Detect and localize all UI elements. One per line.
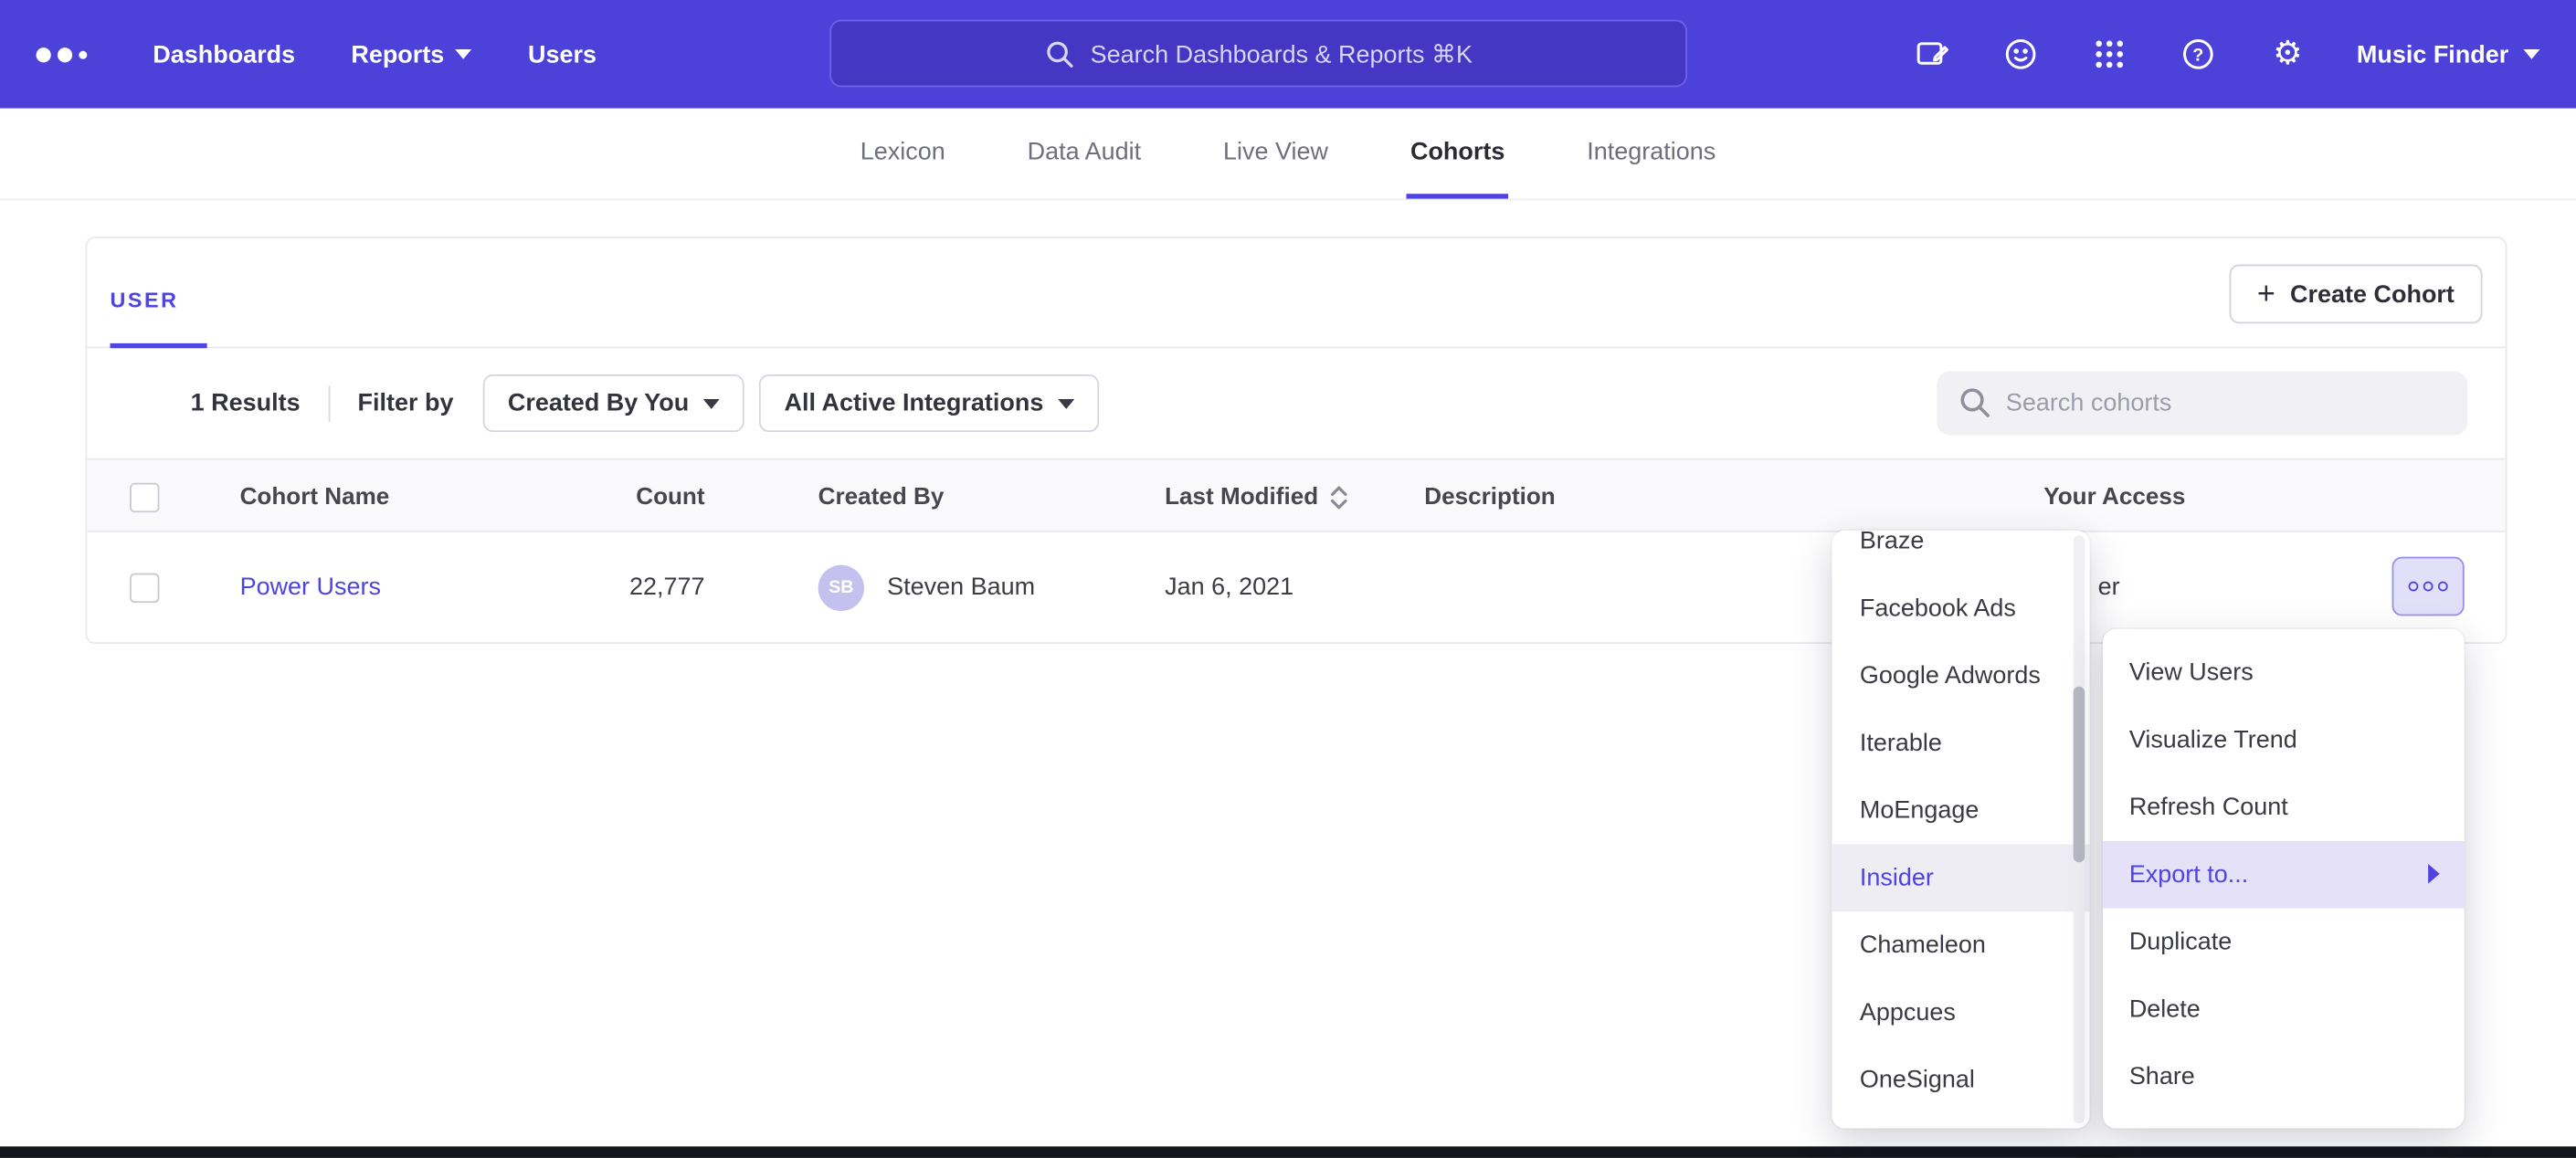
menu-item-insider[interactable]: Insider — [1832, 844, 2089, 911]
menu-item-visualize-trend[interactable]: Visualize Trend — [2103, 706, 2465, 774]
nav-dashboards[interactable]: Dashboards — [153, 40, 295, 68]
create-cohort-button[interactable]: + Create Cohort — [2229, 265, 2482, 324]
cohort-search-input[interactable] — [1937, 371, 2467, 435]
export-destinations-list: Braze Facebook Ads Google Adwords Iterab… — [1832, 531, 2089, 1113]
table-row: Power Users 22,777 SB Steven Baum Jan 6,… — [87, 532, 2505, 642]
menu-item-refresh-count[interactable]: Refresh Count — [2103, 774, 2465, 841]
cohorts-card: USER + Create Cohort 1 Results Filter by… — [86, 237, 2507, 644]
ellipsis-icon — [2423, 582, 2433, 592]
nav-reports[interactable]: Reports — [351, 40, 472, 68]
settings-gear-icon[interactable]: ⚙ — [2268, 35, 2307, 74]
menu-item-iterable[interactable]: Iterable — [1832, 710, 2089, 777]
created-by-filter-label: Created By You — [508, 389, 689, 417]
ellipsis-icon — [2409, 582, 2419, 592]
mixpanel-logo[interactable] — [37, 47, 88, 61]
tab-integrations[interactable]: Integrations — [1584, 109, 1719, 199]
integrations-filter-label: All Active Integrations — [785, 389, 1044, 417]
menu-item-export-to[interactable]: Export to... — [2103, 841, 2465, 909]
nav-reports-label: Reports — [351, 40, 444, 68]
topbar: Dashboards Reports Users Search Dashboar… — [0, 0, 2576, 109]
integrations-filter-dropdown[interactable]: All Active Integrations — [760, 374, 1100, 432]
governance-icon[interactable] — [1913, 35, 1952, 74]
plus-icon: + — [2257, 279, 2275, 310]
feedback-icon[interactable] — [2001, 35, 2041, 74]
app-window: Dashboards Reports Users Search Dashboar… — [0, 0, 2576, 1158]
column-last-modified-label: Last Modified — [1165, 484, 1318, 511]
project-name: Music Finder — [2357, 40, 2508, 68]
export-to-label: Export to... — [2129, 860, 2248, 889]
menu-item-chameleon[interactable]: Chameleon — [1832, 911, 2089, 979]
window-bottom-edge — [0, 1146, 2576, 1158]
menu-item-onesignal[interactable]: OneSignal — [1832, 1047, 2089, 1114]
column-created-by: Created By — [818, 460, 945, 534]
menu-item-braze[interactable]: Braze — [1832, 531, 2089, 575]
nav-dashboards-label: Dashboards — [153, 40, 295, 68]
logo-dot — [58, 47, 72, 61]
cohort-count: 22,777 — [566, 532, 704, 642]
filter-by-label: Filter by — [358, 389, 454, 417]
card-header: USER + Create Cohort — [87, 238, 2505, 348]
export-destinations-menu: Braze Facebook Ads Google Adwords Iterab… — [1832, 531, 2089, 1129]
column-your-access: Your Access — [2043, 460, 2185, 534]
created-by-name: Steven Baum — [887, 574, 1035, 602]
tab-lexicon[interactable]: Lexicon — [857, 109, 948, 199]
column-count: Count — [566, 460, 704, 534]
svg-text:?: ? — [2193, 45, 2204, 65]
apps-grid-icon[interactable] — [2091, 35, 2130, 74]
scrollbar-thumb[interactable] — [2074, 687, 2085, 862]
menu-item-facebook-ads[interactable]: Facebook Ads — [1832, 574, 2089, 642]
global-search-placeholder: Search Dashboards & Reports ⌘K — [1091, 38, 1473, 68]
last-modified-cell: Jan 6, 2021 — [1165, 532, 1293, 642]
row-context-menu: View Users Visualize Trend Refresh Count… — [2103, 629, 2465, 1129]
menu-item-view-users[interactable]: View Users — [2103, 639, 2465, 707]
chevron-down-icon — [2523, 49, 2539, 59]
project-switcher[interactable]: Music Finder — [2357, 40, 2540, 68]
avatar: SB — [818, 564, 864, 610]
cohort-name-link[interactable]: Power Users — [240, 574, 381, 602]
menu-item-duplicate[interactable]: Duplicate — [2103, 909, 2465, 976]
tab-live-view[interactable]: Live View — [1219, 109, 1331, 199]
select-all-checkbox[interactable] — [130, 482, 159, 511]
menu-item-share[interactable]: Share — [2103, 1043, 2465, 1111]
help-icon[interactable]: ? — [2180, 35, 2219, 74]
top-navigation: Dashboards Reports Users — [153, 40, 596, 68]
ellipsis-icon — [2438, 582, 2448, 592]
tab-user-cohorts[interactable]: USER — [110, 288, 206, 349]
divider — [328, 385, 330, 422]
create-cohort-label: Create Cohort — [2290, 280, 2455, 309]
sort-icon — [1330, 484, 1350, 511]
submenu-arrow-icon — [2428, 864, 2440, 884]
global-search-input[interactable]: Search Dashboards & Reports ⌘K — [829, 20, 1687, 88]
nav-users-label: Users — [528, 40, 596, 68]
column-cohort-name: Cohort Name — [240, 460, 390, 534]
menu-item-appcues[interactable]: Appcues — [1832, 979, 2089, 1047]
results-count: 1 Results — [191, 389, 301, 417]
chevron-down-icon — [1059, 398, 1075, 408]
search-icon — [1044, 38, 1073, 68]
tab-cohorts[interactable]: Cohorts — [1407, 109, 1508, 199]
topbar-actions: ? ⚙ Music Finder — [1913, 0, 2539, 109]
cohort-search — [1937, 371, 2467, 435]
logo-dot — [37, 47, 51, 61]
menu-item-delete[interactable]: Delete — [2103, 975, 2465, 1043]
table-header: Cohort Name Count Created By Last Modifi… — [87, 458, 2505, 532]
page-tabs: Lexicon Data Audit Live View Cohorts Int… — [0, 109, 2576, 201]
column-description: Description — [1424, 460, 1555, 534]
column-last-modified[interactable]: Last Modified — [1165, 460, 1349, 534]
menu-item-moengage[interactable]: MoEngage — [1832, 777, 2089, 845]
logo-dot — [79, 50, 87, 58]
row-checkbox[interactable] — [130, 573, 159, 602]
menu-item-google-adwords[interactable]: Google Adwords — [1832, 642, 2089, 710]
filter-row: 1 Results Filter by Created By You All A… — [87, 348, 2505, 458]
row-actions-button[interactable] — [2392, 557, 2465, 616]
chevron-down-icon — [456, 49, 472, 59]
nav-users[interactable]: Users — [528, 40, 596, 68]
tab-data-audit[interactable]: Data Audit — [1024, 109, 1145, 199]
created-by-cell: SB Steven Baum — [818, 532, 1036, 642]
chevron-down-icon — [703, 398, 720, 408]
created-by-filter-dropdown[interactable]: Created By You — [483, 374, 745, 432]
search-icon — [1958, 386, 1991, 427]
your-access-cell: er — [2098, 532, 2120, 642]
